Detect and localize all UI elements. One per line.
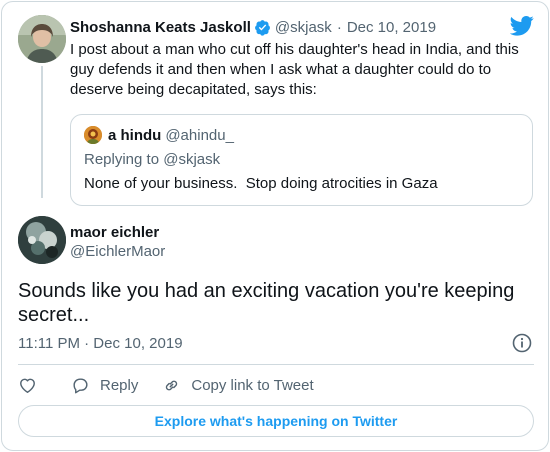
tweet-timestamp[interactable]: 11:11 PM · Dec 10, 2019 [18,335,183,352]
parent-tweet-date[interactable]: Dec 10, 2019 [347,19,436,36]
copy-link-label: Copy link to Tweet [191,376,314,394]
reply-button[interactable]: Reply [71,376,138,395]
parent-author-handle[interactable]: @skjask [275,19,332,36]
verified-badge-icon [254,19,270,36]
main-tweet-text: Sounds like you had an exciting vacation… [18,280,515,326]
tweet-embed-card: Shoshanna Keats Jaskoll @skjask · Dec 10… [1,1,549,451]
quoted-author-handle: @ahindu_ [165,126,234,144]
main-author-handle[interactable]: @EichlerMaor [70,243,165,260]
quoted-replying-to: Replying to @skjask [84,151,221,168]
explore-twitter-button[interactable]: Explore what's happening on Twitter [18,405,534,437]
thread-connector-line [41,66,43,198]
tweet-actions: Reply Copy link to Tweet [18,375,314,395]
reply-bubble-icon [73,377,88,393]
quoted-author-name: a hindu [108,126,162,144]
info-icon[interactable] [512,333,532,353]
parent-author-avatar[interactable] [18,15,66,63]
heart-icon [20,378,35,393]
quoted-author-avatar [84,126,102,144]
like-button[interactable] [18,376,37,395]
twitter-bird-icon[interactable] [510,16,534,36]
quoted-tweet-header: a hindu @ahindu_ [84,126,234,144]
parent-tweet-text: I post about a man who cut off his daugh… [70,41,519,98]
copy-link-button[interactable]: Copy link to Tweet [162,376,314,395]
main-author-name[interactable]: maor eichler [70,224,159,241]
action-divider [18,364,534,365]
reply-label: Reply [100,376,139,394]
header-separator: · [336,18,342,36]
quoted-tweet[interactable]: a hindu @ahindu_ Replying to @skjask Non… [70,114,533,206]
parent-author-name[interactable]: Shoshanna Keats Jaskoll [70,19,251,36]
main-author-avatar[interactable] [18,216,66,264]
link-icon [166,380,178,390]
quoted-tweet-text: None of your business. Stop doing atroci… [84,175,438,192]
parent-tweet-header: Shoshanna Keats Jaskoll @skjask · Dec 10… [70,16,436,38]
